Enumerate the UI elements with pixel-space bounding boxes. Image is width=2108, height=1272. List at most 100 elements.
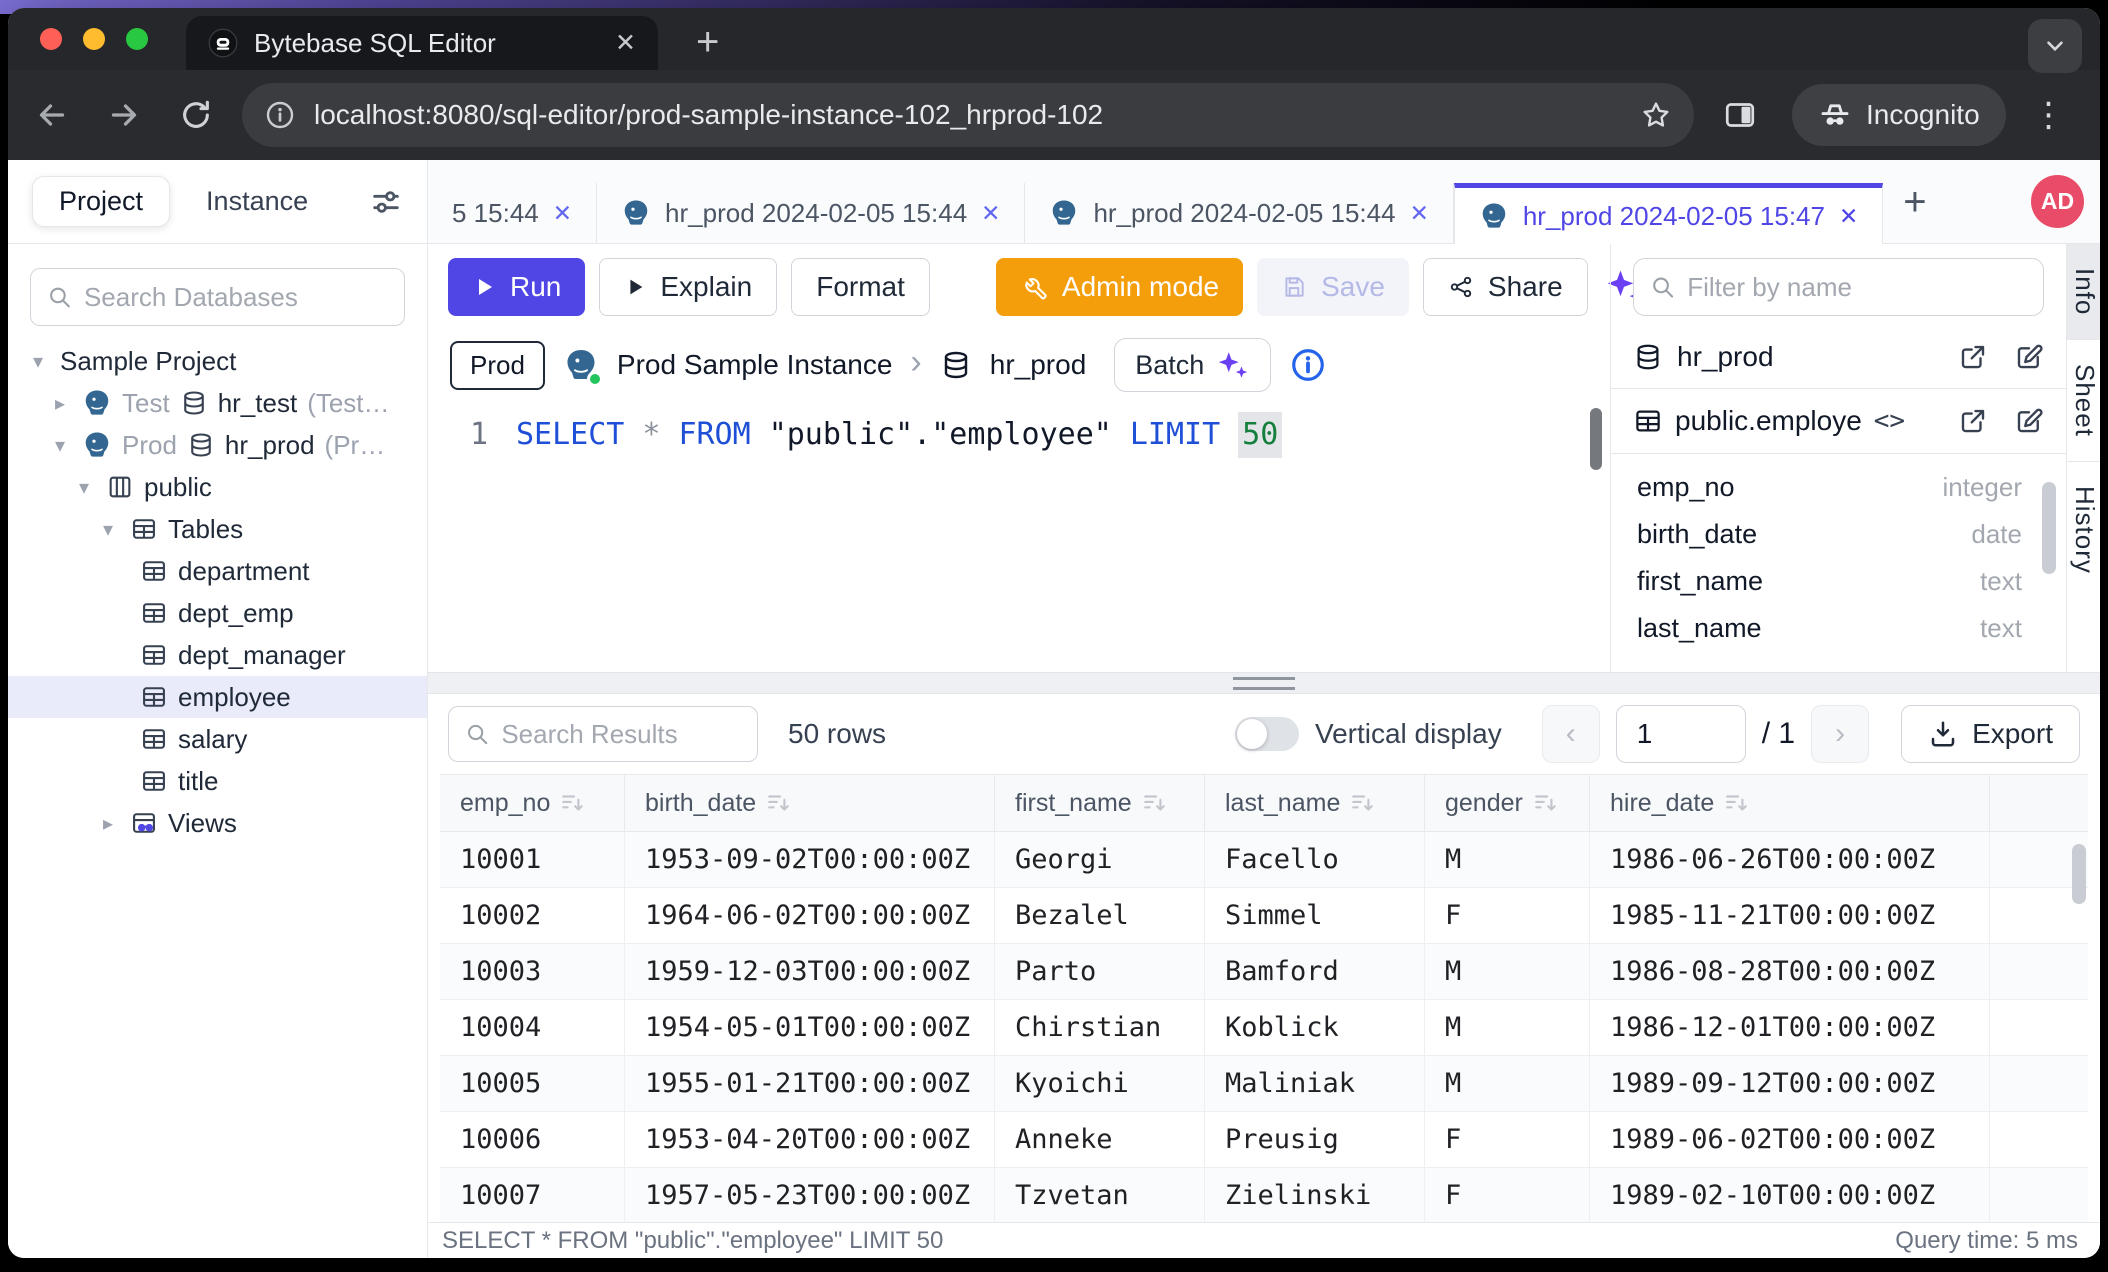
schema-panel-scrollbar[interactable] xyxy=(2042,482,2056,574)
tree-item-table-employee[interactable]: employee xyxy=(8,676,427,718)
edit-icon[interactable] xyxy=(2014,406,2044,436)
edit-icon[interactable] xyxy=(2014,342,2044,372)
prev-page-button[interactable]: ‹ xyxy=(1542,705,1600,763)
column-header[interactable]: last_name xyxy=(1205,775,1425,831)
format-button[interactable]: Format xyxy=(791,258,930,316)
side-panel-button[interactable] xyxy=(1718,97,1762,133)
tree-item-table-dept-emp[interactable]: dept_emp xyxy=(8,592,427,634)
environment-chip[interactable]: Prod xyxy=(450,341,545,390)
database-name[interactable]: hr_prod xyxy=(990,349,1087,381)
tree-item-schema-public[interactable]: ▾ public xyxy=(8,466,427,508)
user-avatar[interactable]: AD xyxy=(2031,175,2084,228)
column-row[interactable]: birth_date date xyxy=(1637,511,2022,558)
site-info-icon[interactable] xyxy=(264,99,296,131)
search-results-input[interactable] xyxy=(448,706,758,762)
filter-by-name-field[interactable] xyxy=(1687,272,2027,303)
filter-sliders-icon[interactable] xyxy=(369,185,403,219)
close-icon[interactable]: ✕ xyxy=(981,200,1000,227)
explain-button[interactable]: Explain xyxy=(599,258,777,316)
sort-icon[interactable] xyxy=(1724,790,1750,816)
sort-icon[interactable] xyxy=(1533,790,1559,816)
url-bar[interactable]: localhost:8080/sql-editor/prod-sample-in… xyxy=(242,83,1694,147)
run-button[interactable]: Run xyxy=(448,258,585,316)
editor-scrollbar[interactable] xyxy=(1590,408,1602,470)
tab-project[interactable]: Project xyxy=(32,176,170,227)
next-page-button[interactable]: › xyxy=(1811,705,1869,763)
column-header[interactable]: gender xyxy=(1425,775,1590,831)
caret-right-icon[interactable]: ▸ xyxy=(96,811,120,836)
tab-history[interactable]: History xyxy=(2067,462,2100,598)
admin-mode-button[interactable]: Admin mode xyxy=(996,258,1243,316)
caret-right-icon[interactable]: ▸ xyxy=(48,391,72,416)
save-button[interactable]: Save xyxy=(1257,258,1409,316)
browser-tab[interactable]: Bytebase SQL Editor ✕ xyxy=(186,16,658,70)
sheet-tab-4-active[interactable]: hr_prod 2024-02-05 15:47 ✕ xyxy=(1454,183,1883,244)
caret-down-icon[interactable]: ▾ xyxy=(26,349,50,374)
caret-down-icon[interactable]: ▾ xyxy=(72,475,96,500)
caret-down-icon[interactable]: ▾ xyxy=(96,517,120,542)
table-row[interactable]: 10001 1953-09-02T00:00:00Z Georgi Facell… xyxy=(440,832,2088,888)
tree-item-table-dept-manager[interactable]: dept_manager xyxy=(8,634,427,676)
external-link-icon[interactable] xyxy=(1958,342,1988,372)
maximize-window-button[interactable] xyxy=(126,28,148,50)
instance-name[interactable]: Prod Sample Instance xyxy=(617,349,893,381)
reload-button[interactable] xyxy=(174,98,218,132)
minimize-window-button[interactable] xyxy=(83,28,105,50)
sort-icon[interactable] xyxy=(560,790,586,816)
url-text[interactable]: localhost:8080/sql-editor/prod-sample-in… xyxy=(314,99,1622,131)
sort-icon[interactable] xyxy=(1350,790,1376,816)
sheet-tab-2[interactable]: hr_prod 2024-02-05 15:44 ✕ xyxy=(597,183,1025,243)
tab-instance[interactable]: Instance xyxy=(206,186,308,217)
tab-info[interactable]: Info xyxy=(2067,244,2100,340)
schema-table-row[interactable]: public.employe <> xyxy=(1611,388,2066,454)
tree-item-views-group[interactable]: ▸ Views xyxy=(8,802,427,844)
schema-database-row[interactable]: hr_prod xyxy=(1611,326,2066,388)
new-sheet-button[interactable]: + xyxy=(1903,182,1926,222)
tab-search-chevron-button[interactable] xyxy=(2028,19,2082,73)
vertical-display-toggle[interactable] xyxy=(1235,717,1299,751)
column-header[interactable]: hire_date xyxy=(1590,775,1990,831)
table-scrollbar[interactable] xyxy=(2072,844,2086,904)
filter-by-name-input[interactable] xyxy=(1633,258,2044,316)
browser-new-tab-button[interactable]: + xyxy=(696,22,719,62)
tree-item-project[interactable]: ▾ Sample Project xyxy=(8,340,427,382)
info-circle-icon[interactable] xyxy=(1289,346,1327,384)
sheet-tab-3[interactable]: hr_prod 2024-02-05 15:44 ✕ xyxy=(1025,183,1453,243)
tab-sheet[interactable]: Sheet xyxy=(2067,340,2100,462)
column-row[interactable]: emp_no integer xyxy=(1637,464,2022,511)
sort-icon[interactable] xyxy=(1142,790,1168,816)
page-number-input[interactable] xyxy=(1616,705,1746,763)
table-row[interactable]: 10006 1953-04-20T00:00:00Z Anneke Preusi… xyxy=(440,1112,2088,1168)
table-row[interactable]: 10004 1954-05-01T00:00:00Z Chirstian Kob… xyxy=(440,1000,2088,1056)
search-databases-input[interactable] xyxy=(30,268,405,326)
back-button[interactable] xyxy=(30,97,74,133)
share-button[interactable]: Share xyxy=(1423,258,1588,316)
column-header[interactable]: emp_no xyxy=(440,775,625,831)
close-icon[interactable]: ✕ xyxy=(1410,200,1429,227)
column-row[interactable]: first_name text xyxy=(1637,558,2022,605)
batch-button[interactable]: Batch xyxy=(1114,338,1271,392)
close-icon[interactable]: ✕ xyxy=(1839,203,1858,230)
search-results-field[interactable] xyxy=(501,719,741,750)
table-row[interactable]: 10007 1957-05-23T00:00:00Z Tzvetan Zieli… xyxy=(440,1168,2088,1222)
tree-item-table-salary[interactable]: salary xyxy=(8,718,427,760)
browser-menu-button[interactable]: ⋮ xyxy=(2032,95,2066,135)
tree-item-prod-instance[interactable]: ▾ Prod hr_prod (Pr… xyxy=(8,424,427,466)
tree-item-test-instance[interactable]: ▸ Test hr_test (Test… xyxy=(8,382,427,424)
close-window-button[interactable] xyxy=(40,28,62,50)
column-header[interactable]: birth_date xyxy=(625,775,995,831)
sql-editor[interactable]: 1 SELECT * FROM "public"."employee" LIMI… xyxy=(428,400,1610,672)
tree-item-table-title[interactable]: title xyxy=(8,760,427,802)
table-row[interactable]: 10005 1955-01-21T00:00:00Z Kyoichi Malin… xyxy=(440,1056,2088,1112)
panel-splitter[interactable] xyxy=(428,672,2100,694)
column-header[interactable]: first_name xyxy=(995,775,1205,831)
browser-tab-close-icon[interactable]: ✕ xyxy=(615,28,636,58)
column-row[interactable]: last_name text xyxy=(1637,605,2022,652)
sheet-tab-1[interactable]: 5 15:44 ✕ xyxy=(428,183,597,243)
sort-icon[interactable] xyxy=(766,790,792,816)
forward-button[interactable] xyxy=(102,97,146,133)
tree-item-tables-group[interactable]: ▾ Tables xyxy=(8,508,427,550)
drag-handle-icon[interactable] xyxy=(1233,677,1295,690)
tree-item-table-department[interactable]: department xyxy=(8,550,427,592)
close-icon[interactable]: ✕ xyxy=(553,200,572,227)
